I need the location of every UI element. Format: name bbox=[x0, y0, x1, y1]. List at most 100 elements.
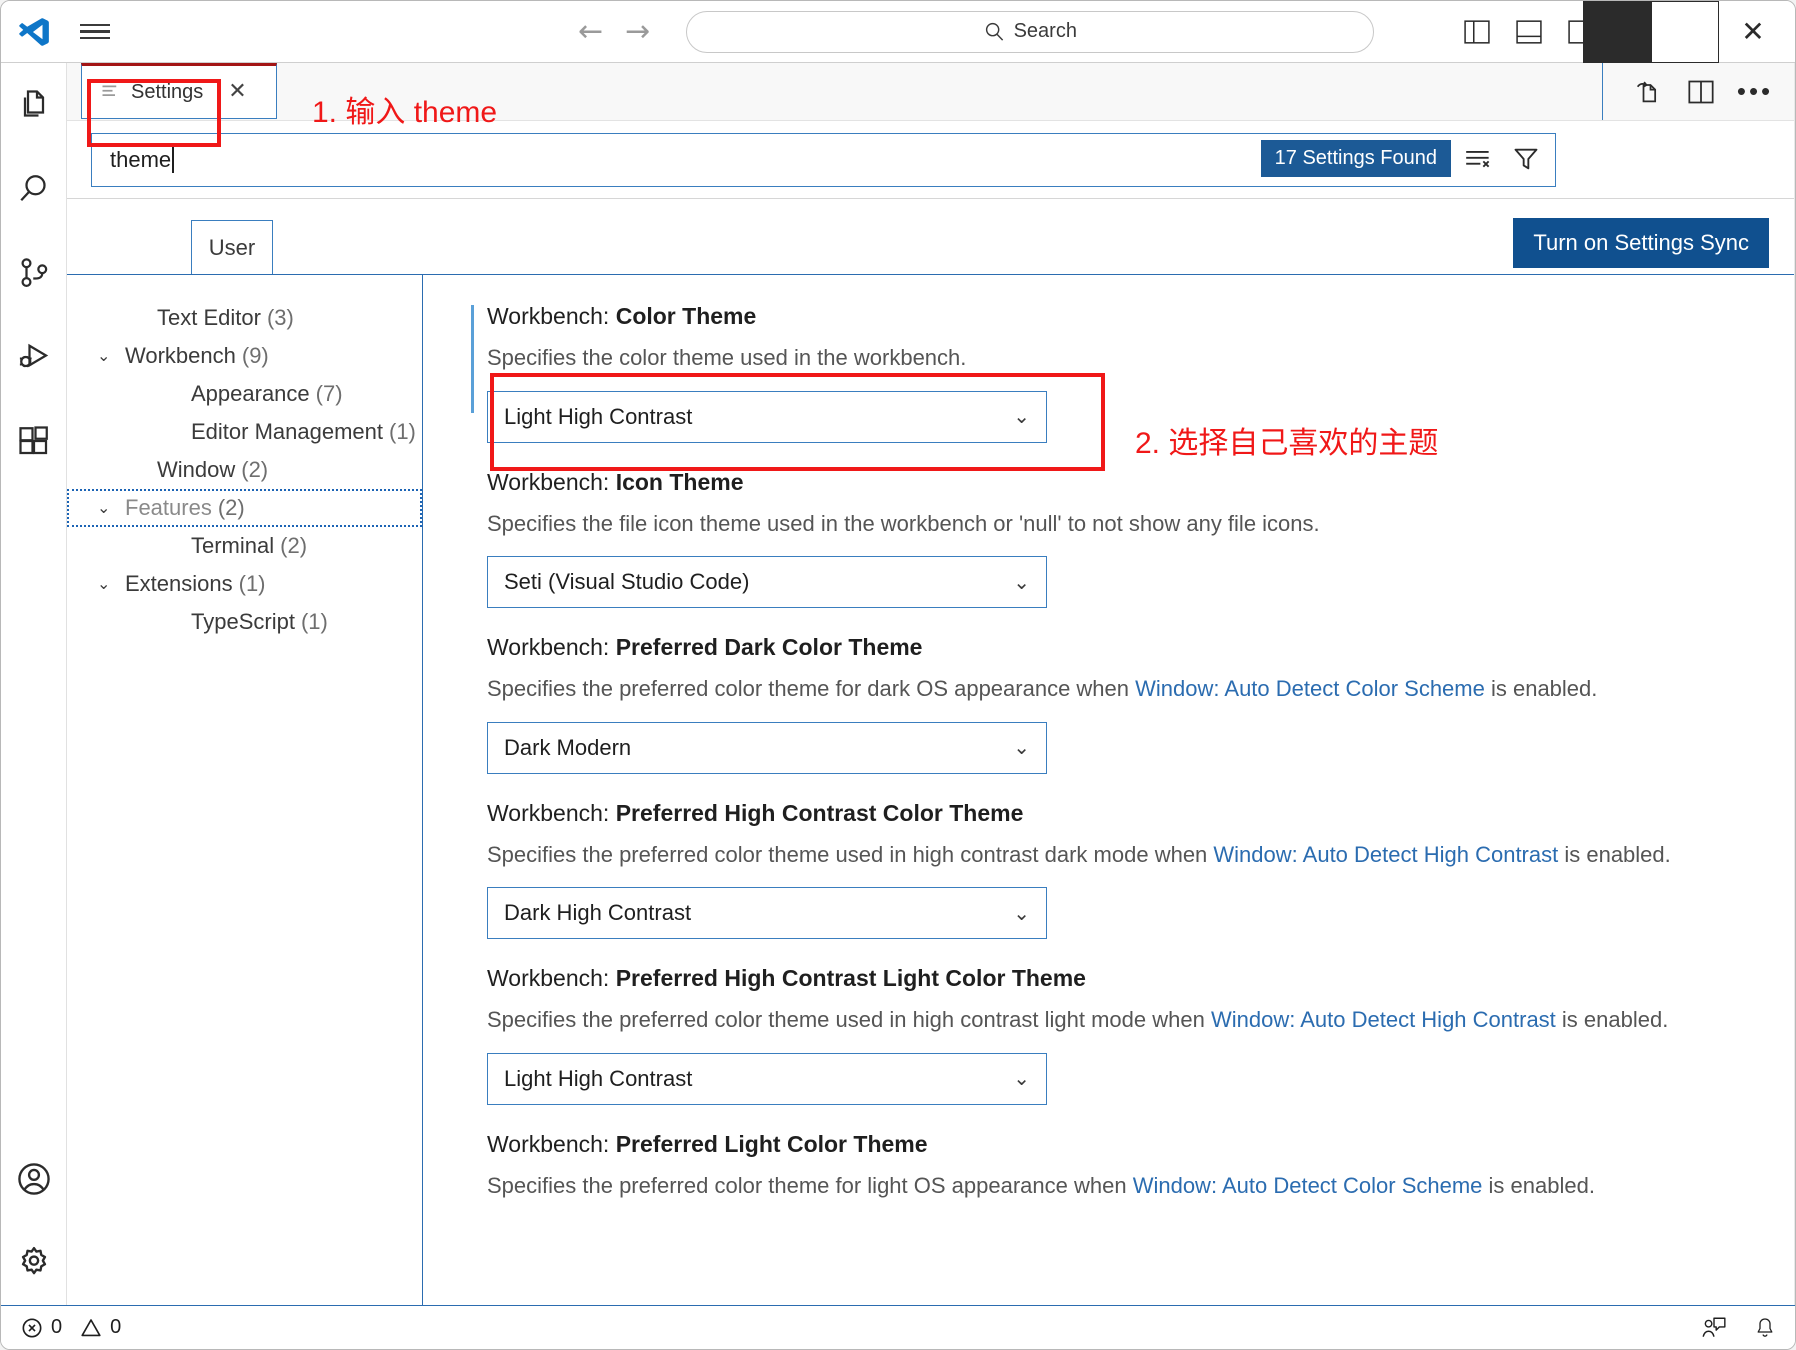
toc-item-label: Window bbox=[157, 457, 236, 482]
setting-category: Workbench: bbox=[487, 965, 616, 992]
toc-item-label: Features bbox=[125, 495, 212, 520]
setting-dropdown-value: Dark High Contrast bbox=[504, 900, 692, 926]
toc-item-editor-management[interactable]: Editor Management (1) bbox=[67, 413, 422, 451]
toc-item-appearance[interactable]: Appearance (7) bbox=[67, 375, 422, 413]
turn-on-settings-sync-button[interactable]: Turn on Settings Sync bbox=[1513, 218, 1769, 268]
settings-toc: Text Editor (3) ⌄ Workbench (9) Appearance (7)… bbox=[67, 275, 423, 1305]
close-button[interactable]: ✕ bbox=[1719, 1, 1787, 63]
activity-item-extensions[interactable] bbox=[1, 399, 67, 483]
toc-item-label: Extensions bbox=[125, 571, 233, 596]
activity-item-manage[interactable] bbox=[1, 1221, 67, 1305]
settings-header: theme 17 Settings Found User Turn on Set… bbox=[67, 121, 1795, 275]
toc-item-extensions[interactable]: ⌄ Extensions (1) bbox=[67, 565, 422, 603]
setting-description: Specifies the preferred color theme used… bbox=[487, 1006, 1765, 1035]
chevron-down-icon: ⌄ bbox=[1013, 571, 1030, 594]
setting-description-link[interactable]: Window: Auto Detect Color Scheme bbox=[1135, 676, 1485, 701]
setting-name: Preferred Light Color Theme bbox=[615, 1130, 928, 1157]
setting-description-suffix: is enabled. bbox=[1484, 676, 1598, 702]
setting-category: Workbench: bbox=[487, 1130, 616, 1157]
go-forward-button[interactable]: → bbox=[625, 16, 650, 47]
setting-dropdown[interactable]: Dark High Contrast ⌄ bbox=[487, 887, 1047, 940]
search-icon bbox=[985, 22, 1003, 41]
toc-item-typescript[interactable]: TypeScript (1) bbox=[67, 603, 422, 641]
warning-icon bbox=[81, 1318, 101, 1336]
setting-category: Workbench: bbox=[487, 634, 616, 661]
tab-settings[interactable]: Settings ✕ bbox=[81, 63, 277, 119]
toc-item-label: Workbench bbox=[125, 343, 236, 368]
setting-description: Specifies the preferred color theme for … bbox=[487, 1172, 1765, 1201]
more-actions-icon[interactable]: ••• bbox=[1737, 74, 1773, 110]
maximize-button[interactable] bbox=[1651, 1, 1719, 63]
setting-dropdown[interactable]: Light High Contrast ⌄ bbox=[487, 1052, 1047, 1105]
setting-name: Preferred Dark Color Theme bbox=[615, 634, 923, 661]
annotation-text-step2: 2. 选择自己喜欢的主题 bbox=[1135, 427, 1439, 460]
toggle-primary-sidebar-icon[interactable] bbox=[1460, 15, 1494, 49]
setting-row: Workbench: Preferred Dark Color Theme Spe… bbox=[423, 634, 1795, 774]
toc-item-features[interactable]: ⌄ Features (2) bbox=[67, 489, 422, 527]
activity-item-accounts[interactable] bbox=[1, 1137, 67, 1221]
toc-item-terminal[interactable]: Terminal (2) bbox=[67, 527, 422, 565]
tab-close-icon[interactable]: ✕ bbox=[228, 81, 246, 103]
notifications-bell-icon[interactable] bbox=[1753, 1316, 1777, 1340]
command-center-label: Search bbox=[1013, 20, 1077, 42]
tab-user-settings[interactable]: User bbox=[191, 220, 273, 274]
activity-item-source-control[interactable] bbox=[1, 231, 67, 315]
annotation-text-step1: 1. 输入 theme bbox=[312, 96, 498, 129]
toc-item-label: Text Editor bbox=[157, 305, 261, 330]
setting-description-suffix: is enabled. bbox=[1555, 1007, 1669, 1033]
toc-item-text-editor[interactable]: Text Editor (3) bbox=[67, 299, 422, 337]
main-menu-button[interactable] bbox=[67, 20, 123, 44]
activity-item-explorer[interactable] bbox=[1, 63, 67, 147]
feedback-icon[interactable] bbox=[1701, 1316, 1727, 1340]
filter-settings-icon[interactable] bbox=[1505, 138, 1547, 180]
files-icon bbox=[23, 90, 44, 117]
setting-description: Specifies the preferred color theme for … bbox=[487, 675, 1765, 704]
status-bar: 0 0 bbox=[1, 1305, 1795, 1349]
setting-title: Workbench: Icon Theme bbox=[487, 469, 1765, 496]
command-center-search[interactable]: Search bbox=[686, 10, 1375, 53]
error-icon bbox=[22, 1318, 42, 1337]
toc-item-workbench[interactable]: ⌄ Workbench (9) bbox=[67, 337, 422, 375]
split-editor-icon[interactable] bbox=[1683, 74, 1719, 110]
title-bar: ← → Search ✕ bbox=[1, 1, 1795, 63]
results-count-badge: 17 Settings Found bbox=[1260, 140, 1451, 177]
minimize-button[interactable] bbox=[1583, 1, 1651, 63]
source-control-icon bbox=[20, 258, 47, 288]
open-settings-json-icon[interactable] bbox=[1629, 74, 1665, 110]
setting-title: Workbench: Preferred High Contrast Light… bbox=[487, 965, 1765, 992]
setting-description-text: Specifies the preferred color theme for … bbox=[487, 676, 1136, 702]
toc-item-window[interactable]: Window (2) bbox=[67, 451, 422, 489]
setting-dropdown[interactable]: Seti (Visual Studio Code) ⌄ bbox=[487, 556, 1047, 609]
go-back-button[interactable]: ← bbox=[578, 16, 603, 47]
toc-item-count: (3) bbox=[266, 305, 294, 330]
chevron-down-icon: ⌄ bbox=[97, 576, 111, 593]
setting-description-link[interactable]: Window: Auto Detect High Contrast bbox=[1211, 1007, 1556, 1032]
setting-category: Workbench: bbox=[487, 468, 616, 495]
setting-dropdown[interactable]: Light High Contrast ⌄ bbox=[487, 390, 1047, 443]
toc-item-count: (1) bbox=[238, 571, 266, 596]
scrollbar-track[interactable] bbox=[1794, 63, 1795, 1305]
toggle-panel-icon[interactable] bbox=[1512, 15, 1546, 49]
setting-row: Workbench: Icon Theme Specifies the file … bbox=[423, 469, 1795, 609]
setting-dropdown-value: Light High Contrast bbox=[504, 1065, 693, 1091]
setting-description-text: Specifies the file icon theme used in th… bbox=[487, 510, 1320, 536]
setting-description-text: Specifies the preferred color theme used… bbox=[487, 841, 1214, 867]
run-debug-icon bbox=[19, 343, 48, 368]
chevron-down-icon: ⌄ bbox=[1013, 737, 1030, 760]
activity-bar bbox=[1, 63, 67, 1305]
status-problems[interactable]: 0 0 bbox=[21, 1316, 121, 1339]
setting-description-link[interactable]: Window: Auto Detect High Contrast bbox=[1213, 842, 1558, 867]
window-controls: ✕ bbox=[1583, 1, 1787, 63]
setting-description-link[interactable]: Window: Auto Detect Color Scheme bbox=[1133, 1173, 1483, 1198]
warning-count: 0 bbox=[110, 1316, 122, 1338]
setting-dropdown[interactable]: Dark Modern ⌄ bbox=[487, 721, 1047, 774]
setting-category: Workbench: bbox=[487, 303, 616, 329]
settings-search-actions: 17 Settings Found bbox=[1260, 138, 1547, 180]
setting-name: Preferred High Contrast Light Color Them… bbox=[615, 965, 1086, 992]
clear-settings-search-icon[interactable] bbox=[1457, 138, 1499, 180]
activity-item-search[interactable] bbox=[1, 147, 67, 231]
setting-dropdown-value: Seti (Visual Studio Code) bbox=[504, 569, 750, 595]
activity-item-run-and-debug[interactable] bbox=[1, 315, 67, 399]
settings-search-input[interactable]: theme 17 Settings Found bbox=[91, 132, 1556, 187]
setting-title: Workbench: Preferred High Contrast Color… bbox=[487, 800, 1765, 827]
